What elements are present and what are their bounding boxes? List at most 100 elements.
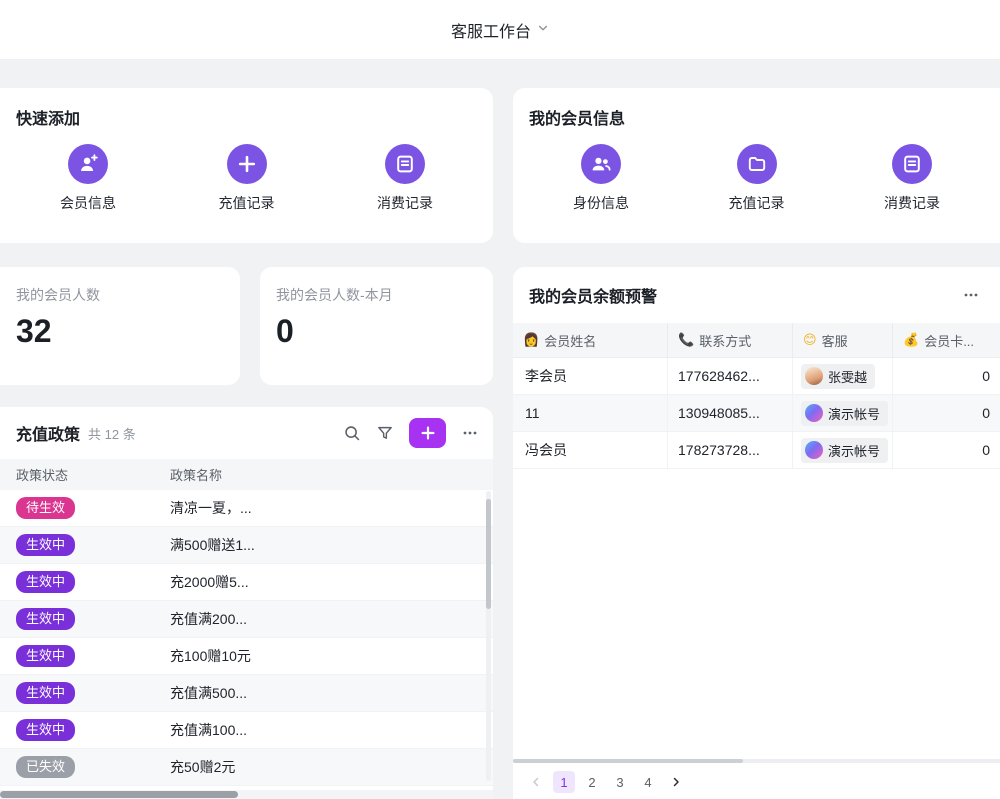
chevron-down-icon	[537, 21, 549, 39]
scrollbar-thumb[interactable]	[0, 791, 238, 798]
policy-status-cell: 生效中	[0, 719, 170, 742]
scrollbar-thumb[interactable]	[513, 759, 743, 763]
policy-name-cell: 充值满500...	[170, 683, 493, 703]
pagination-pages: 1234	[553, 771, 659, 793]
column-contact[interactable]: 📞 联系方式	[668, 323, 793, 357]
balance-table-header: 👩 会员姓名 📞 联系方式 😊 客服 💰 会员卡...	[513, 323, 1000, 358]
policy-status-cell: 生效中	[0, 608, 170, 631]
avatar	[805, 441, 823, 459]
policy-card-header: 充值政策 共 12 条	[0, 407, 493, 459]
policy-row[interactable]: 生效中充值满200...	[0, 601, 493, 638]
stat-card-member-count-month: 我的会员人数-本月 0	[260, 267, 493, 385]
policy-status-badge: 待生效	[16, 497, 75, 520]
shortcut-label: 充值记录	[219, 193, 275, 213]
column-member-name[interactable]: 👩 会员姓名	[513, 323, 668, 357]
filter-icon[interactable]	[376, 424, 394, 442]
balance-warning-title: 我的会员余额预警	[529, 283, 657, 307]
member-name-cell: 冯会员	[513, 432, 668, 468]
agent-cell: 张雯越	[793, 358, 893, 394]
shortcut-consume-record[interactable]: 消费记录	[357, 144, 453, 213]
stat-label: 我的会员人数	[0, 267, 240, 305]
policy-vertical-scrollbar[interactable]	[486, 491, 491, 781]
topbar: 客服工作台	[0, 0, 1000, 60]
people-icon	[581, 144, 621, 184]
policy-name-cell: 充50赠2元	[170, 757, 493, 777]
agent-tag[interactable]: 演示帐号	[801, 401, 888, 426]
shortcut-member-info[interactable]: 会员信息	[40, 144, 136, 213]
shortcut-identity-info[interactable]: 身份信息	[553, 144, 649, 213]
column-agent[interactable]: 😊 客服	[793, 323, 893, 357]
shortcut-recharge-record[interactable]: 充值记录	[709, 144, 805, 213]
policy-status-badge: 已失效	[16, 756, 75, 779]
quick-add-shortcuts: 会员信息 充值记录 消费记录	[0, 129, 493, 213]
balance-row[interactable]: 冯会员178273728...演示帐号0	[513, 432, 1000, 469]
page-button-1[interactable]: 1	[553, 771, 575, 793]
policy-row[interactable]: 生效中 满500赠送1...	[0, 527, 493, 564]
balance-warning-card: 我的会员余额预警 👩 会员姓名 📞 联系方式 😊 客服 💰 会员卡...	[513, 267, 1000, 799]
policy-status-badge: 生效中	[16, 534, 75, 557]
agent-tag[interactable]: 张雯越	[801, 364, 875, 389]
policy-table-body: 待生效清凉一夏，...生效中满500赠送1...生效中充2000赠5...生效中…	[0, 490, 493, 786]
more-icon[interactable]	[461, 424, 479, 442]
policy-table-header: 政策状态 政策名称	[0, 459, 493, 490]
column-policy-status[interactable]: 政策状态	[0, 465, 170, 484]
column-policy-name[interactable]: 政策名称	[170, 465, 493, 484]
policy-name-cell: 清凉一夏，...	[170, 498, 493, 518]
workspace-switcher[interactable]: 客服工作台	[451, 18, 549, 42]
agent-cell: 演示帐号	[793, 432, 893, 468]
scrollbar-thumb[interactable]	[486, 499, 491, 609]
balance-row[interactable]: 李会员177628462...张雯越0	[513, 358, 1000, 395]
policy-status-cell: 待生效	[0, 497, 170, 520]
policy-title: 充值政策	[16, 421, 80, 445]
pagination: 1234	[527, 771, 685, 793]
policy-row[interactable]: 生效中充值满100...	[0, 712, 493, 749]
agent-tag[interactable]: 演示帐号	[801, 438, 888, 463]
page-button-2[interactable]: 2	[581, 771, 603, 793]
policy-row[interactable]: 生效中充2000赠5...	[0, 564, 493, 601]
shortcut-consume-record[interactable]: 消费记录	[864, 144, 960, 213]
policy-name-cell: 充100赠10元	[170, 646, 493, 666]
member-name-cell: 11	[513, 395, 668, 431]
prev-page-icon[interactable]	[527, 771, 545, 793]
shortcut-label: 消费记录	[884, 193, 940, 213]
next-page-icon[interactable]	[667, 771, 685, 793]
policy-horizontal-scrollbar[interactable]	[0, 790, 493, 799]
policy-name-cell: 满500赠送1...	[170, 535, 493, 555]
add-policy-button[interactable]	[409, 418, 446, 448]
column-member-card[interactable]: 💰 会员卡...	[893, 323, 1000, 357]
policy-row[interactable]: 生效中 充100赠10元	[0, 638, 493, 675]
phone-cell: 177628462...	[668, 358, 793, 394]
quick-add-card: 快速添加 会员信息 充值记录 消费记录	[0, 88, 493, 243]
policy-status-badge: 生效中	[16, 682, 75, 705]
policy-status-cell: 生效中	[0, 645, 170, 668]
card-balance-cell: 0	[893, 395, 1000, 431]
page-button-4[interactable]: 4	[637, 771, 659, 793]
shortcut-recharge-record[interactable]: 充值记录	[199, 144, 295, 213]
screen: 客服工作台 快速添加 会员信息 充值记录	[0, 0, 1000, 799]
policy-row[interactable]: 生效中 充值满500...	[0, 675, 493, 712]
balance-row[interactable]: 11130948085... 演示帐号0	[513, 395, 1000, 432]
phone-cell: 130948085...	[668, 395, 793, 431]
phone-cell: 178273728...	[668, 432, 793, 468]
agent-cell: 演示帐号	[793, 395, 893, 431]
policy-status-cell: 已失效	[0, 756, 170, 779]
search-icon[interactable]	[343, 424, 361, 442]
column-label: 会员卡...	[924, 331, 974, 350]
page-button-3[interactable]: 3	[609, 771, 631, 793]
policy-row[interactable]: 待生效 清凉一夏，...	[0, 490, 493, 527]
policy-name-cell: 充值满200...	[170, 609, 493, 629]
quick-add-title: 快速添加	[0, 88, 493, 129]
phone-emoji-icon: 📞	[678, 332, 694, 348]
policy-status-cell: 生效中	[0, 682, 170, 705]
policy-status-badge: 生效中	[16, 571, 75, 594]
policy-toolbar	[343, 418, 479, 448]
stat-card-member-count: 我的会员人数 32	[0, 267, 240, 385]
page-title: 客服工作台	[451, 18, 531, 42]
balance-card-header: 我的会员余额预警	[513, 267, 1000, 323]
policy-row[interactable]: 已失效 充50赠2元	[0, 749, 493, 786]
more-icon[interactable]	[962, 286, 980, 304]
balance-horizontal-scrollbar[interactable]	[513, 759, 1000, 763]
stat-label: 我的会员人数-本月	[260, 267, 493, 305]
policy-status-badge: 生效中	[16, 645, 75, 668]
face-emoji-icon: 😊	[803, 332, 817, 348]
